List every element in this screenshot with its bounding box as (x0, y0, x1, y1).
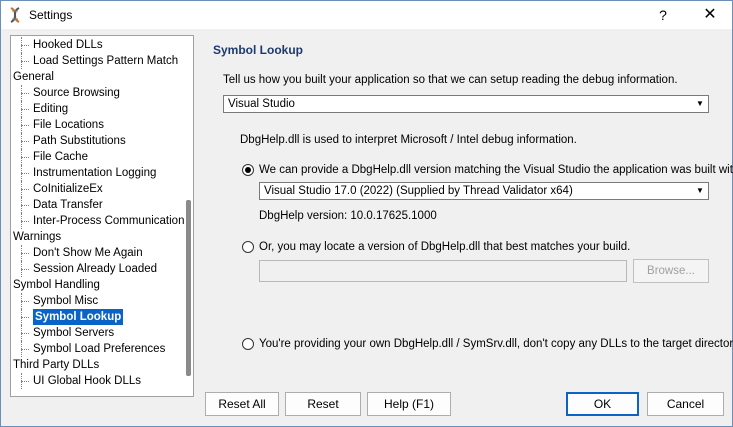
browse-button[interactable]: Browse... (633, 259, 709, 283)
tree-item-hooked-dlls[interactable]: Hooked DLLs (33, 37, 103, 53)
dbghelp-version: DbgHelp version: 10.0.17625.1000 (259, 210, 437, 222)
tree-connector (21, 221, 29, 222)
title-bar: Settings ? ✕ (1, 1, 732, 29)
tree-connector (21, 349, 29, 350)
tree-connector (21, 197, 22, 213)
vs-version-select[interactable]: Visual Studio 17.0 (2022) (Supplied by T… (259, 182, 709, 200)
tree-item-symbol-servers[interactable]: Symbol Servers (33, 325, 114, 341)
tree-connector (21, 253, 29, 254)
vs-version-value: Visual Studio 17.0 (2022) (Supplied by T… (264, 185, 573, 197)
tree-item-don-t-show-me-again[interactable]: Don't Show Me Again (33, 245, 143, 261)
option-locate-dbghelp-label[interactable]: Or, you may locate a version of DbgHelp.… (259, 241, 630, 253)
chevron-down-icon: ▼ (696, 99, 704, 108)
reset-button[interactable]: Reset (285, 392, 361, 416)
reset-all-button[interactable]: Reset All (205, 392, 279, 416)
tree-connector (21, 333, 29, 334)
tree-connector (21, 165, 22, 181)
tree-connector (21, 45, 29, 46)
tree-item-symbol-lookup[interactable]: Symbol Lookup (33, 309, 124, 325)
tree-connector (21, 181, 22, 197)
tree-connector (21, 381, 29, 382)
option-own-dbghelp-label[interactable]: You're providing your own DbgHelp.dll / … (259, 338, 733, 350)
cancel-button[interactable]: Cancel (647, 392, 724, 416)
help-title-button[interactable]: ? (649, 5, 677, 25)
tree-connector (21, 245, 22, 261)
window-title: Settings (29, 8, 73, 22)
tree-connector (21, 261, 22, 277)
build-type-value: Visual Studio (228, 98, 295, 110)
tree-connector (21, 53, 22, 69)
tree-item-file-cache[interactable]: File Cache (33, 149, 88, 165)
tree-item-symbol-load-preferences[interactable]: Symbol Load Preferences (33, 341, 165, 357)
dbghelp-path-input[interactable] (259, 260, 627, 282)
tree-connector (21, 189, 29, 190)
tree-connector (21, 205, 29, 206)
option-own-dbghelp-radio[interactable] (242, 338, 254, 350)
tree-connector (21, 141, 29, 142)
tree-connector (21, 149, 22, 165)
tree-item-instrumentation-logging[interactable]: Instrumentation Logging (33, 165, 156, 181)
option-provide-dbghelp-label[interactable]: We can provide a DbgHelp.dll version mat… (259, 164, 733, 176)
tree-item-editing[interactable]: Editing (33, 101, 68, 117)
settings-tree: UI Global Hook DLLs Third Party DLLs Symbo… (10, 35, 194, 397)
tree-item-path-substitutions[interactable]: Path Substitutions (33, 133, 126, 149)
tree-connector (21, 213, 22, 229)
close-button[interactable]: ✕ (695, 5, 725, 25)
chevron-down-icon: ▼ (696, 186, 704, 195)
tree-connector (21, 317, 29, 318)
tree-item-symbol-misc[interactable]: Symbol Misc (33, 293, 98, 309)
tree-connector (21, 341, 22, 357)
tree-connector (21, 293, 22, 309)
option-provide-dbghelp-radio[interactable] (242, 164, 254, 176)
tree-connector (21, 309, 22, 325)
tree-item-warnings[interactable]: Warnings (13, 229, 61, 245)
tree-item-data-transfer[interactable]: Data Transfer (33, 197, 103, 213)
dbghelp-info: DbgHelp.dll is used to interpret Microso… (240, 134, 577, 146)
option-locate-dbghelp-radio[interactable] (242, 241, 254, 253)
tree-connector (21, 133, 22, 149)
page-title: Symbol Lookup (213, 43, 303, 57)
tree-item-third-party-dlls[interactable]: Third Party DLLs (13, 357, 99, 373)
tree-connector (21, 37, 22, 53)
tree-item-session-already-loaded[interactable]: Session Already Loaded (33, 261, 157, 277)
dna-app-icon (10, 7, 20, 23)
tree-item-load-settings-pattern-match[interactable]: Load Settings Pattern Match (33, 53, 178, 69)
build-description: Tell us how you built your application s… (223, 74, 678, 86)
tree-connector (21, 173, 29, 174)
tree-connector (21, 61, 29, 62)
tree-item-coinitializeex[interactable]: CoInitializeEx (33, 181, 103, 197)
tree-item-ui-global-hook-dlls[interactable]: UI Global Hook DLLs (33, 373, 141, 389)
tree-item-symbol-handling[interactable]: Symbol Handling (13, 277, 100, 293)
tree-connector (21, 269, 29, 270)
vertical-scroll-thumb[interactable] (186, 200, 191, 376)
tree-item-source-browsing[interactable]: Source Browsing (33, 85, 120, 101)
help-button[interactable]: Help (F1) (367, 392, 451, 416)
tree-item-inter-process-communication[interactable]: Inter-Process Communication (33, 213, 184, 229)
tree-item-general[interactable]: General (13, 69, 54, 85)
tree-connector (21, 85, 22, 101)
settings-window: Settings ? ✕ UI Global Hook DLLs Third Pa… (0, 0, 733, 427)
build-type-select[interactable]: Visual Studio ▼ (223, 95, 709, 113)
tree-connector (21, 109, 29, 110)
tree-connector (21, 373, 22, 389)
horizontal-scrollbar[interactable] (11, 396, 193, 397)
ok-button[interactable]: OK (566, 392, 639, 416)
tree-connector (21, 301, 29, 302)
tree-connector (21, 101, 22, 117)
tree-connector (21, 125, 29, 126)
tree-connector (21, 325, 22, 341)
tree-item-file-locations[interactable]: File Locations (33, 117, 104, 133)
tree-connector (21, 157, 29, 158)
tree-connector (21, 117, 22, 133)
tree-connector (21, 93, 29, 94)
